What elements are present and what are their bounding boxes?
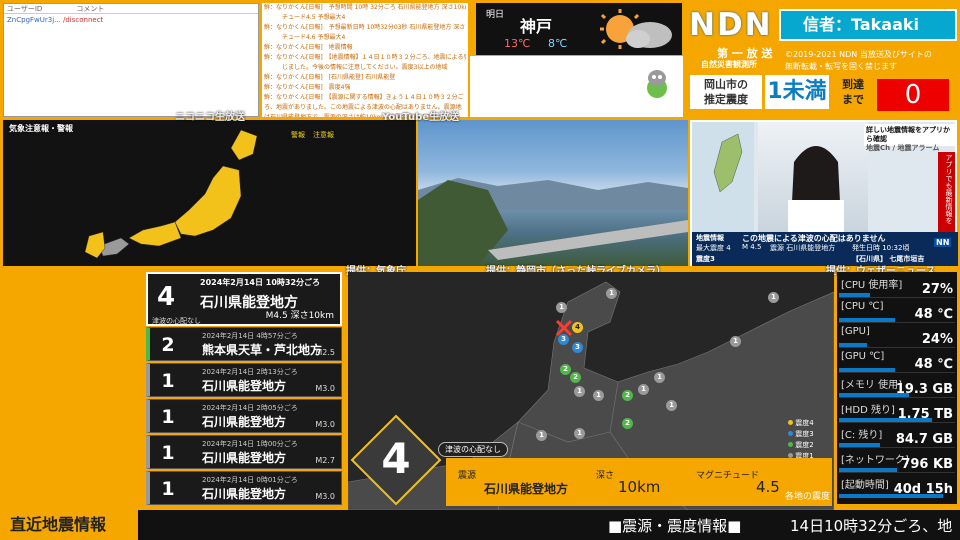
tv-map (692, 122, 754, 232)
sun-cloud-icon (600, 9, 672, 49)
intensity-dot: 1 (593, 390, 604, 401)
intensity-dot: 2 (622, 418, 633, 429)
comment-header: コメント (76, 5, 105, 13)
user-id-header: ユーザーID (7, 5, 43, 13)
stat-gpu-temp: [GPU ℃] 48 ℃ (839, 351, 955, 373)
bottom-bar: 直近地震情報 ■震源・震度情報■ 14日10時32分ごろ、地 (0, 510, 960, 540)
warning-map: 気象注意報・警報 警報 注意報 (3, 120, 416, 266)
quake-card[interactable]: 1 2024年2月14日 0時01分ごろ 石川県能登地方 M3.0 (146, 471, 342, 505)
intensity-dot: 1 (666, 400, 677, 411)
weather-day-label: 明日 (486, 10, 505, 20)
log-line: 鮮：なりかくん[日報] [石川県能登] 石川県能登 (264, 74, 396, 81)
intensity-dot: 2 (622, 390, 633, 401)
log-line: チュード4.6 予想最大4 (264, 34, 346, 41)
intensity-dot: 1 (606, 288, 617, 299)
broadcast-sub: 自然災害観測所 (701, 60, 757, 69)
estimated-intensity-value: 1未満 (765, 75, 829, 109)
intensity-dot: 3 (572, 342, 583, 353)
quake-card[interactable]: 1 2024年2月14日 1時00分ごろ 石川県能登地方 M2.7 (146, 435, 342, 469)
stat-c-drive: [C: 残り] 84.7 GB (839, 424, 955, 448)
copyright: ©2019-2021 NDN 当放送及びサイトの 無断転載・転写を固く禁じます (785, 50, 932, 71)
japan-map (84, 129, 258, 259)
streamer-tag: 信者：Takaaki (779, 9, 957, 41)
log-line: チュード4.5 予想最大4 (264, 14, 346, 21)
mascot-icon (647, 70, 667, 98)
map-legend-advisory: 注意報 (313, 131, 334, 139)
tv-broadcast: 詳しい地震情報をアプリから確認 地震Ch / 地震アラーム アプリでも最新情報を … (690, 120, 958, 266)
camera-scene (418, 178, 688, 266)
intensity-dot: 1 (536, 430, 547, 441)
recent-quake-title: 直近地震情報 (0, 510, 138, 540)
map-legend: 震度4 震度3 震度2 震度1 (788, 418, 814, 462)
weather-city: 神戸 (520, 17, 553, 36)
comment-text: /disconnect (63, 16, 104, 24)
weather-low: 8℃ (548, 37, 568, 50)
intensity-dot: 2 (570, 372, 581, 383)
estimated-intensity-label: 岡山市の 推定震度 (690, 75, 762, 109)
quake-card-latest[interactable]: 4 2024年2月14日 10時32分ごろ 石川県能登地方 津波の心配なし M4… (146, 272, 342, 326)
weather-high: 13℃ (504, 37, 531, 50)
stat-hdd: [HDD 残り] 1.75 TB (839, 399, 955, 423)
log-line: 鮮：なりかくん[日報] 震度4強 (264, 84, 351, 91)
intensity-dot: 2 (560, 364, 571, 375)
intensity-dot: 1 (730, 336, 741, 347)
quake-detail-bar: 震源 石川県能登地方 深さ 10km マグニチュード 4.5 (446, 458, 832, 506)
intensity-dot: 1 (556, 302, 567, 313)
stat-gpu: [GPU] 24% (839, 326, 955, 348)
tv-side-tag: アプリでも最新情報を (938, 152, 955, 232)
arrival-label: 到達 まで (842, 78, 864, 106)
tv-report: 地震情報 この地震による津波の心配はありません 最大震度 4 M 4.5 震源 … (692, 232, 958, 252)
comment-user[interactable]: ZnCpgFwUr3j... (4, 14, 60, 26)
quake-card[interactable]: 1 2024年2月14日 2時13分ごろ 石川県能登地方 M3.0 (146, 363, 342, 397)
intensity-dot: 1 (638, 384, 649, 395)
live-camera (418, 120, 688, 266)
tv-banner: 詳しい地震情報をアプリから確認 地震Ch / 地震アラーム (864, 124, 956, 152)
tsunami-note: 津波の心配なし (438, 442, 508, 457)
stat-network: [ネットワーク] 796 KB (839, 449, 955, 473)
ticker-heading: ■震源・震度情報■ (608, 517, 742, 535)
ticker-text: 14日10時32分ごろ、地 (790, 517, 953, 535)
youtube-caption: YouTube生放送 (382, 112, 460, 123)
epicenter-icon (555, 319, 573, 337)
corner-label: 各地の震度 (784, 492, 830, 502)
tv-logo: NN (934, 238, 952, 247)
quake-card[interactable]: 1 2024年2月14日 2時05分ごろ 石川県能登地方 M3.0 (146, 399, 342, 433)
map-legend-warning: 警報 (291, 131, 305, 139)
max-intensity: 4 (381, 434, 411, 483)
log-line: じました。今後の情報に注意してください。震度3以上の地域 (264, 64, 448, 71)
announcer (758, 122, 868, 232)
weather-widget: 明日 神戸 13℃ 8℃ (476, 3, 682, 55)
stat-cpu-temp: [CPU ℃] 48 ℃ (839, 301, 955, 323)
niconico-caption: ニコニコ生放送 (175, 112, 245, 123)
ndn-header: NDN 信者：Takaaki 第 一 放 送 自然災害観測所 ©2019-202… (687, 3, 957, 117)
quake-card[interactable]: 2 2024年2月14日 4時57分ごろ 熊本県天草・芦北地方 M2.5 (146, 327, 342, 361)
comment-panel: ユーザーID コメント ZnCpgFwUr3j... /disconnect (3, 3, 259, 117)
chat-log: 鮮：なりかくん[日報] 予想時間 10時 32分ごろ 石川県能登地方 深さ10k… (262, 3, 468, 117)
intensity-dot: 1 (768, 292, 779, 303)
intensity-dot: 1 (574, 428, 585, 439)
system-stats: [CPU 使用率] 27% [CPU ℃] 48 ℃ [GPU] 24% [GPU ℃… (837, 272, 957, 504)
mascot-area (470, 56, 683, 117)
log-line: 鮮：なりかくん[日報] 予想最新日時 10時32分03秒 石川県能登地方 深さ1… (264, 24, 466, 31)
stat-memory: [メモリ 使用] 19.3 GB (839, 374, 955, 398)
arrival-countdown: 0 (877, 79, 949, 111)
log-line: 鮮：なりかくん[日報] 地震情報 (264, 44, 353, 51)
comment-row[interactable]: ZnCpgFwUr3j... /disconnect (4, 14, 258, 26)
stat-cpu: [CPU 使用率] 27% (839, 274, 955, 298)
intensity-dot: 1 (654, 372, 665, 383)
log-line: 鮮：なりかくん[日報] 【地震情報】１４日１０時３２分ごろ、地震による強い揺れを… (264, 54, 466, 61)
log-line: 鮮：なりかくん[日報] 予想時間 10時 32分ごろ 石川県能登地方 深さ10k… (264, 4, 466, 11)
stat-uptime: [起動時間] 40d 15h (839, 480, 953, 498)
intensity-map: 1 1 4 3 3 2 2 1 1 2 2 1 1 1 1 1 1 1 震度4 … (348, 272, 834, 510)
intensity-dot: 1 (574, 386, 585, 397)
ndn-logo: NDN (689, 7, 773, 43)
